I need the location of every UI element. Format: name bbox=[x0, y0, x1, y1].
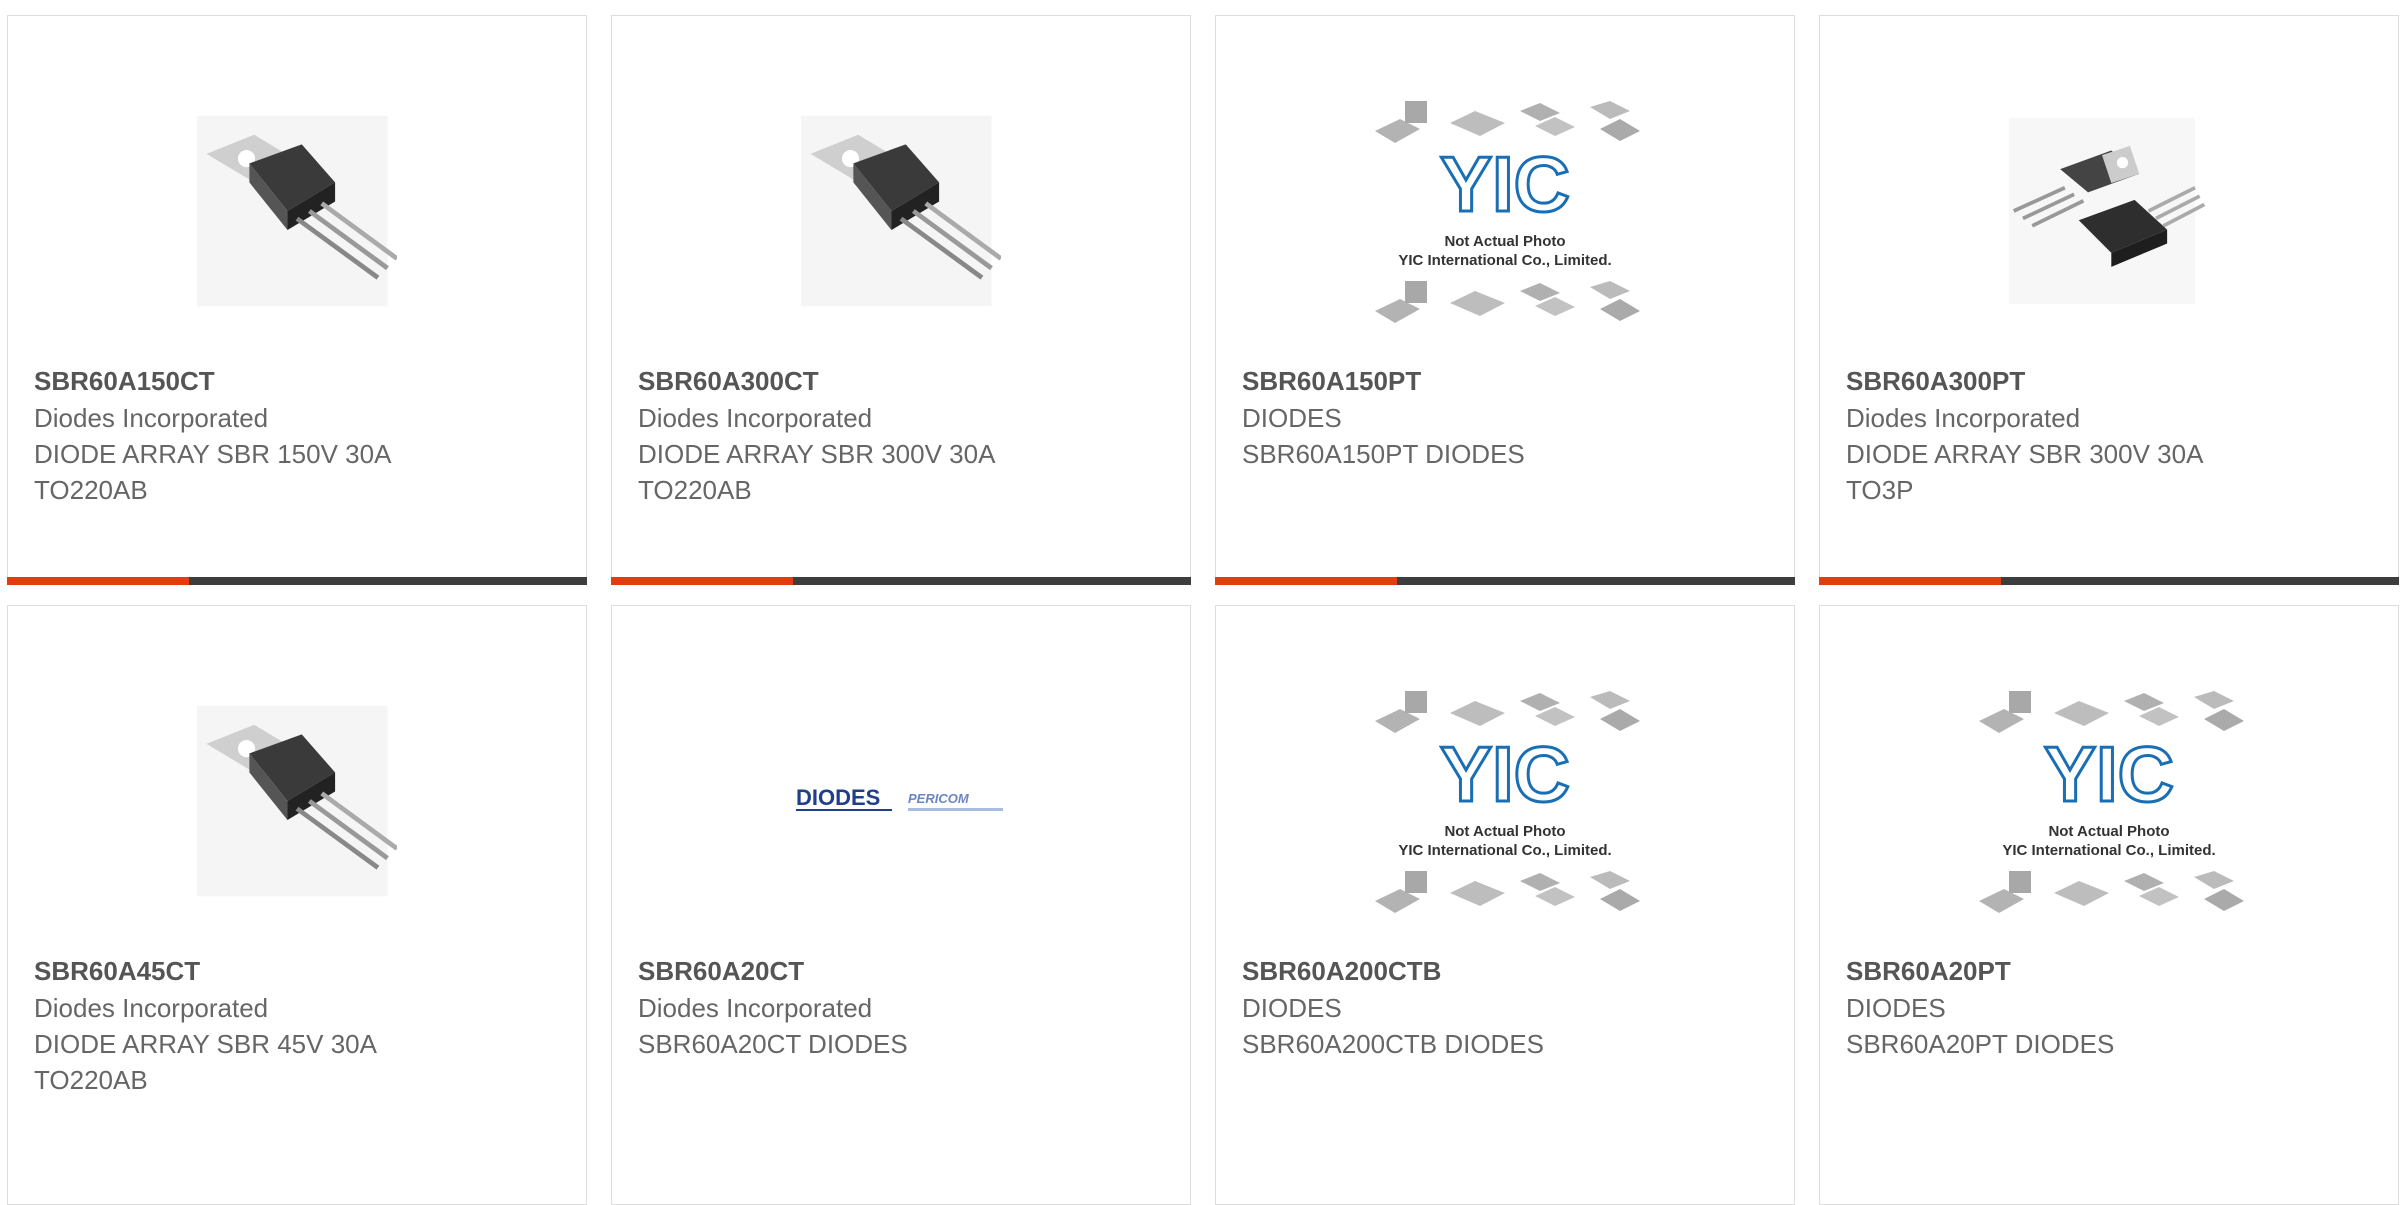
placeholder-caption-1: Not Actual Photo bbox=[1444, 823, 1565, 840]
yic-logo: YIC bbox=[1440, 730, 1570, 818]
yic-placeholder-image: YIC Not Actual Photo YIC International C… bbox=[1979, 691, 2244, 913]
manufacturer: DIODES bbox=[1242, 403, 1342, 433]
manufacturer: Diodes Incorporated bbox=[34, 403, 269, 433]
description-line-2: TO3P bbox=[1846, 475, 1914, 505]
manufacturer: Diodes Incorporated bbox=[638, 403, 873, 433]
description-line-1: SBR60A20PT DIODES bbox=[1846, 1029, 2115, 1059]
to220-transistor-image bbox=[801, 111, 1001, 311]
yic-placeholder-image: YIC Not Actual Photo YIC International C… bbox=[1375, 101, 1640, 323]
manufacturer: DIODES bbox=[1242, 993, 1342, 1023]
manufacturer: DIODES bbox=[1846, 993, 1946, 1023]
description-line-1: SBR60A20CT DIODES bbox=[638, 1029, 908, 1059]
product-image[interactable]: YIC Not Actual Photo YIC International C… bbox=[1820, 666, 2398, 936]
card-bar bbox=[611, 577, 1191, 585]
placeholder-caption-2: YIC International Co., Limited. bbox=[1398, 252, 1611, 269]
product-card[interactable]: SBR60A300PT Diodes Incorporated DIODE AR… bbox=[1819, 15, 2399, 585]
description-line-2: TO220AB bbox=[34, 1065, 148, 1095]
svg-text:DIODES: DIODES bbox=[796, 785, 880, 810]
product-image[interactable]: YIC Not Actual Photo YIC International C… bbox=[1216, 76, 1794, 346]
manufacturer: Diodes Incorporated bbox=[1846, 403, 2081, 433]
to220-transistor-image bbox=[197, 701, 397, 901]
yic-logo: YIC bbox=[1440, 140, 1570, 228]
part-number[interactable]: SBR60A20PT bbox=[1846, 952, 2378, 990]
yic-logo: YIC bbox=[2044, 730, 2174, 818]
manufacturer: Diodes Incorporated bbox=[34, 993, 269, 1023]
product-image[interactable]: DIODES PERICOM bbox=[612, 666, 1190, 936]
placeholder-caption-1: Not Actual Photo bbox=[2048, 823, 2169, 840]
product-image[interactable] bbox=[1820, 76, 2398, 346]
product-card[interactable]: SBR60A300CT Diodes Incorporated DIODE AR… bbox=[611, 15, 1191, 585]
card-bar bbox=[7, 577, 587, 585]
description-line-1: DIODE ARRAY SBR 300V 30A bbox=[638, 439, 996, 469]
part-number[interactable]: SBR60A150PT bbox=[1242, 362, 1774, 400]
product-card[interactable]: SBR60A45CT Diodes Incorporated DIODE ARR… bbox=[7, 605, 587, 1205]
placeholder-caption-2: YIC International Co., Limited. bbox=[1398, 842, 1611, 859]
diodes-pericom-logo: DIODES PERICOM bbox=[796, 785, 1003, 811]
svg-text:PERICOM: PERICOM bbox=[908, 791, 970, 806]
product-card[interactable]: YIC Not Actual Photo YIC International C… bbox=[1215, 15, 1795, 585]
description-line-1: DIODE ARRAY SBR 150V 30A bbox=[34, 439, 392, 469]
description-line-2: TO220AB bbox=[34, 475, 148, 505]
description-line-1: SBR60A150PT DIODES bbox=[1242, 439, 1525, 469]
card-bar bbox=[1819, 577, 2399, 585]
to3p-transistor-image bbox=[2009, 116, 2207, 306]
placeholder-caption-1: Not Actual Photo bbox=[1444, 233, 1565, 250]
part-number[interactable]: SBR60A300CT bbox=[638, 362, 1170, 400]
placeholder-caption-2: YIC International Co., Limited. bbox=[2002, 842, 2215, 859]
product-image[interactable] bbox=[612, 76, 1190, 346]
description-line-1: DIODE ARRAY SBR 300V 30A bbox=[1846, 439, 2204, 469]
part-number[interactable]: SBR60A150CT bbox=[34, 362, 566, 400]
product-image[interactable] bbox=[8, 666, 586, 936]
description-line-1: DIODE ARRAY SBR 45V 30A bbox=[34, 1029, 377, 1059]
part-number[interactable]: SBR60A200CTB bbox=[1242, 952, 1774, 990]
product-image[interactable]: YIC Not Actual Photo YIC International C… bbox=[1216, 666, 1794, 936]
yic-placeholder-image: YIC Not Actual Photo YIC International C… bbox=[1375, 691, 1640, 913]
product-card[interactable]: SBR60A150CT Diodes Incorporated DIODE AR… bbox=[7, 15, 587, 585]
description-line-1: SBR60A200CTB DIODES bbox=[1242, 1029, 1545, 1059]
part-number[interactable]: SBR60A45CT bbox=[34, 952, 566, 990]
card-bar bbox=[1215, 577, 1795, 585]
product-card[interactable]: YIC Not Actual Photo YIC International C… bbox=[1819, 605, 2399, 1205]
product-card[interactable]: YIC Not Actual Photo YIC International C… bbox=[1215, 605, 1795, 1205]
part-number[interactable]: SBR60A20CT bbox=[638, 952, 1170, 990]
description-line-2: TO220AB bbox=[638, 475, 752, 505]
part-number[interactable]: SBR60A300PT bbox=[1846, 362, 2378, 400]
product-image[interactable] bbox=[8, 76, 586, 346]
to220-transistor-image bbox=[197, 111, 397, 311]
manufacturer: Diodes Incorporated bbox=[638, 993, 873, 1023]
product-card[interactable]: DIODES PERICOM SBR60A20CT Diodes Incorpo… bbox=[611, 605, 1191, 1205]
